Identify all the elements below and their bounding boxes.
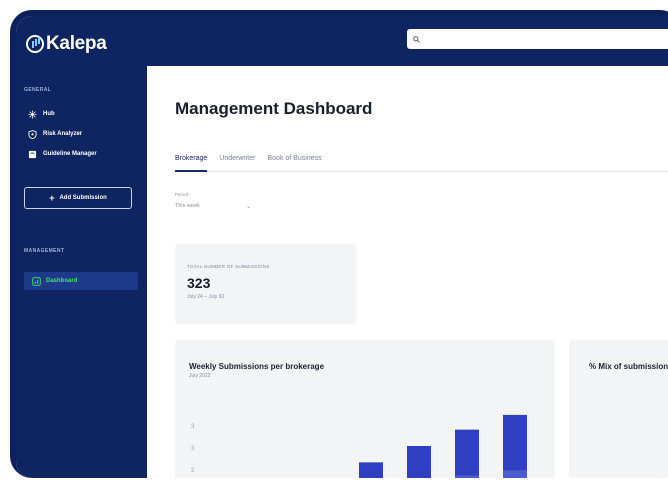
sidebar-item-guideline-manager[interactable]: Guideline Manager: [28, 147, 97, 161]
sidebar-item-hub[interactable]: Hub: [28, 107, 55, 121]
book-icon: [28, 150, 37, 158]
page-title: Management Dashboard: [175, 99, 373, 118]
kpi-value: 323: [187, 275, 211, 291]
device-frame: Kalepa GENERAL Hub Risk Analyzer Guideli…: [10, 10, 668, 478]
bar-segment-6: [455, 475, 479, 478]
period-select[interactable]: This week ⌄: [175, 199, 261, 213]
sidebar: Kalepa GENERAL Hub Risk Analyzer Guideli…: [16, 16, 147, 478]
tab-brokerage[interactable]: Brokerage: [175, 152, 208, 172]
mix-chart-card: % Mix of submissions: [569, 340, 668, 478]
mix-chart-title: % Mix of submissions: [589, 362, 668, 371]
sidebar-item-risk-analyzer[interactable]: Risk Analyzer: [28, 127, 82, 141]
bar-segment-7: [503, 470, 527, 478]
shield-icon: [28, 129, 37, 139]
add-submission-button[interactable]: + Add Submission: [24, 187, 132, 209]
app-logo[interactable]: Kalepa: [26, 33, 107, 55]
sidebar-item-label: Hub: [43, 111, 55, 117]
bar-7[interactable]: [503, 414, 527, 478]
top-bar: [147, 16, 668, 66]
bar-6[interactable]: [455, 429, 479, 478]
search-box[interactable]: [407, 29, 668, 49]
sidebar-item-label: Guideline Manager: [43, 151, 97, 157]
period-filter: Period This week ⌄: [175, 192, 261, 213]
sidebar-item-dashboard[interactable]: Dashboard: [24, 272, 138, 290]
main-content: Management Dashboard Brokerage Underwrit…: [147, 66, 668, 478]
app-screen: Kalepa GENERAL Hub Risk Analyzer Guideli…: [16, 16, 668, 478]
kpi-date-range: July 24 – July 30: [187, 294, 225, 300]
search-icon: [413, 35, 420, 43]
period-value: This week: [175, 203, 200, 209]
chart-subtitle: July 2022: [189, 373, 211, 379]
kpi-card: TOTAL NUMBER OF SUBMISSIONS 323 July 24 …: [175, 244, 357, 324]
tab-book-of-business[interactable]: Book of Business: [267, 152, 321, 172]
section-label-management: MANAGEMENT: [24, 248, 65, 254]
hub-icon: [28, 109, 37, 119]
add-submission-label: Add Submission: [59, 195, 107, 201]
y-tick-label: 3: [191, 446, 195, 452]
bar-4[interactable]: [359, 462, 383, 478]
logo-text: Kalepa: [46, 33, 107, 54]
period-label: Period: [175, 192, 189, 197]
logo-mark-icon: [26, 35, 44, 53]
dashboard-icon: [32, 276, 41, 286]
chart-title: Weekly Submissions per brokerage: [189, 362, 325, 371]
kpi-label: TOTAL NUMBER OF SUBMISSIONS: [187, 264, 270, 269]
chevron-down-icon: ⌄: [245, 203, 251, 210]
sidebar-item-label: Dashboard: [46, 278, 78, 284]
section-label-general: GENERAL: [24, 87, 52, 93]
sidebar-item-label: Risk Analyzer: [43, 131, 83, 137]
dashboard-tabs: Brokerage Underwriter Book of Business: [175, 152, 668, 172]
bar-5[interactable]: [407, 446, 431, 478]
weekly-chart: 3323: [191, 414, 527, 478]
weekly-chart-card: 3323 Weekly Submissions per brokerage Ju…: [175, 340, 555, 478]
plus-icon: +: [49, 192, 55, 203]
y-tick-label: 3: [191, 424, 195, 430]
tab-underwriter[interactable]: Underwriter: [219, 152, 255, 172]
y-tick-label: 2: [191, 468, 195, 474]
search-input[interactable]: [425, 35, 668, 43]
